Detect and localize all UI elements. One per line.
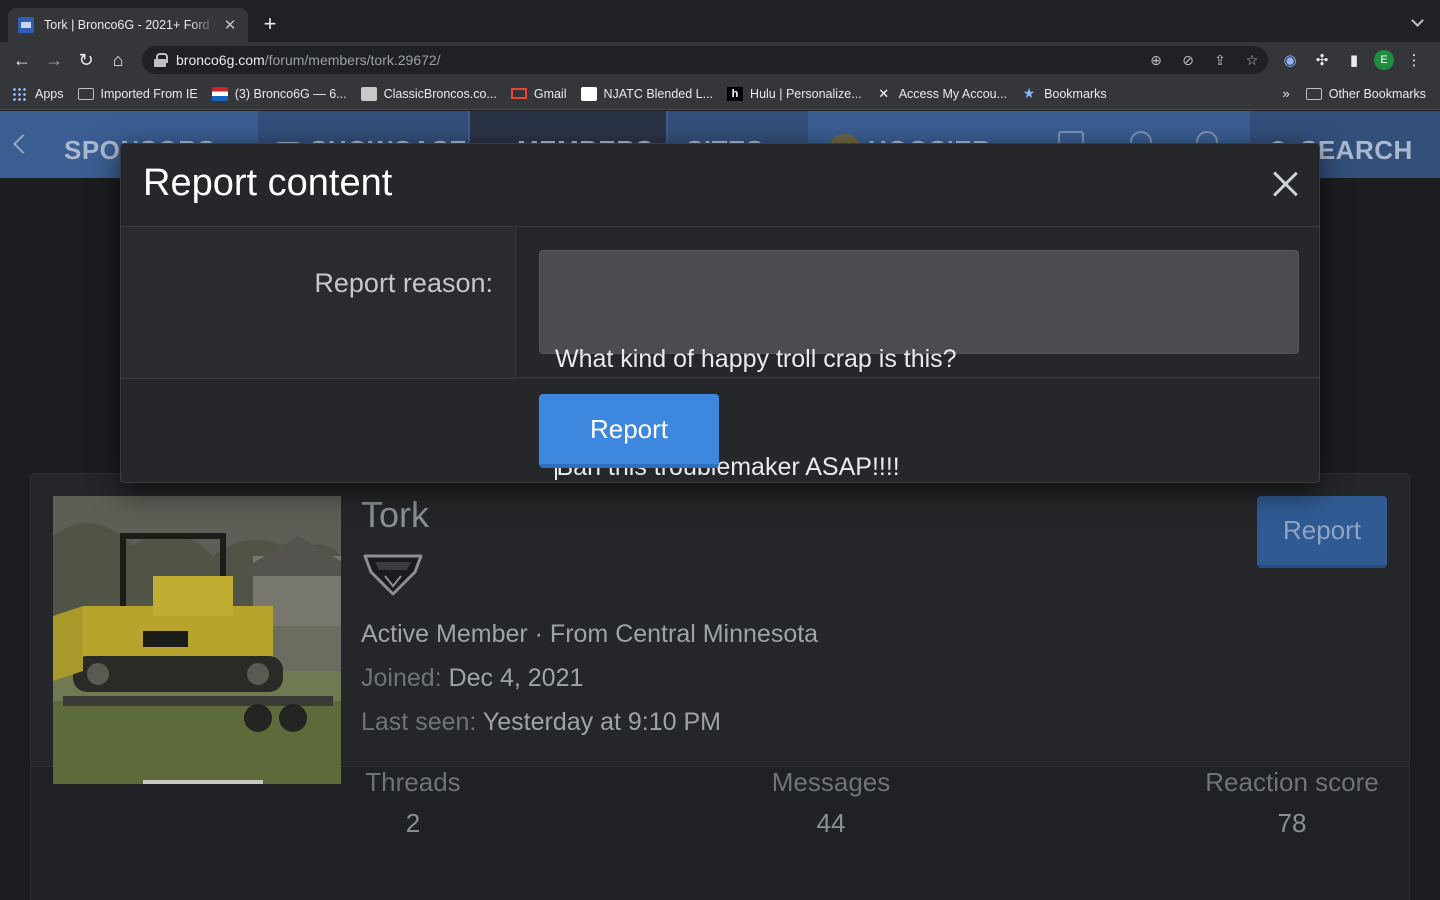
bulldozer-photo-image	[53, 496, 341, 784]
member-user-title: Active Member · From Central Minnesota	[361, 620, 819, 648]
site-favicon-icon	[18, 17, 34, 33]
report-reason-label-cell: Report reason:	[121, 228, 516, 378]
bookmark-bronco6g[interactable]: (3) Bronco6G — 6...	[211, 86, 347, 101]
reason-text-line-1: What kind of happy troll crap is this?	[555, 345, 957, 373]
eye-slash-icon[interactable]: ⊘	[1178, 50, 1198, 70]
back-arrow-icon[interactable]: ←	[6, 44, 38, 76]
x-icon: ✕	[878, 85, 890, 101]
lock-icon[interactable]	[154, 53, 168, 67]
stat-value: 44	[816, 808, 846, 838]
url-text[interactable]: bronco6g.com/forum/members/tork.29672/	[176, 52, 441, 68]
bookmark-imported-from-ie[interactable]: Imported From IE	[77, 87, 198, 101]
report-submit-button[interactable]: Report	[539, 394, 719, 468]
browser-tab-active[interactable]: Tork | Bronco6G - 2021+ Ford Bronco ✕	[8, 8, 248, 42]
bookmarks-right: » Other Bookmarks	[1283, 78, 1427, 109]
bookmark-star-icon[interactable]: ☆	[1242, 50, 1262, 70]
star-icon: ★	[1022, 85, 1036, 101]
more-bookmarks-chevron-icon[interactable]: »	[1283, 86, 1290, 101]
report-reason-label: Report reason:	[314, 268, 493, 298]
stat-label: Messages	[771, 767, 891, 797]
new-tab-button[interactable]: +	[258, 11, 282, 36]
browser-tabstrip: Tork | Bronco6G - 2021+ Ford Bronco ✕ +	[0, 0, 1440, 42]
doc-icon	[580, 86, 597, 101]
member-profile-card: Threads 2 Messages 44 Reaction score 78	[30, 473, 1410, 900]
close-icon[interactable]	[1269, 168, 1301, 200]
kebab-menu-icon[interactable]: ⋮	[1402, 48, 1426, 72]
folder-icon	[77, 87, 94, 100]
modal-title: Report content	[143, 162, 393, 204]
report-reason-textarea[interactable]: What kind of happy troll crap is this? B…	[539, 250, 1299, 481]
bookmark-apps[interactable]: Apps	[12, 86, 64, 101]
bookmarks-bar: Apps Imported From IE (3) Bronco6G — 6..…	[0, 78, 1440, 110]
stat-reaction-score[interactable]: Reaction score 78	[1197, 767, 1387, 839]
modal-header: Report content	[121, 144, 1319, 227]
member-joined: Joined: Dec 4, 2021	[361, 664, 584, 692]
folder-icon	[1305, 87, 1322, 100]
apps-grid-icon	[12, 86, 28, 101]
share-icon[interactable]: ⇪	[1210, 50, 1230, 70]
stat-messages[interactable]: Messages 44	[766, 767, 896, 839]
hulu-icon: h	[727, 86, 744, 101]
address-bar[interactable]: bronco6g.com/forum/members/tork.29672/ ⊕…	[142, 46, 1268, 74]
profile-stats-bar: Threads 2 Messages 44 Reaction score 78	[31, 766, 1409, 900]
stat-value: 78	[1277, 808, 1307, 838]
bookmark-hulu[interactable]: h Hulu | Personalize...	[727, 86, 862, 101]
nav-scroll-left-chevron-icon[interactable]	[6, 127, 36, 161]
report-content-modal: Report content Report reason: What kind …	[120, 143, 1320, 483]
side-panel-icon[interactable]: ▮	[1342, 48, 1366, 72]
bookmark-classicbroncos[interactable]: ClassicBroncos.co...	[360, 86, 497, 101]
reload-icon[interactable]: ↻	[70, 44, 102, 76]
site-icon	[360, 86, 377, 101]
bookmark-gmail[interactable]: Gmail	[510, 87, 567, 101]
forward-arrow-icon[interactable]: →	[38, 44, 70, 76]
tab-title: Tork | Bronco6G - 2021+ Ford Bronco	[44, 18, 216, 32]
puzzle-extensions-icon[interactable]: ✣	[1310, 48, 1334, 72]
other-bookmarks[interactable]: Other Bookmarks	[1305, 87, 1426, 101]
member-badge-shield-icon	[363, 554, 423, 596]
stat-value: 2	[405, 808, 421, 838]
bookmark-bookmarks[interactable]: ★ Bookmarks	[1021, 85, 1107, 101]
stat-label: Reaction score	[1205, 767, 1379, 797]
omnibox-actions: ⊕ ⊘ ⇪ ☆	[1146, 50, 1262, 70]
stat-threads[interactable]: Threads 2	[361, 767, 465, 839]
member-avatar-photo[interactable]	[53, 496, 341, 784]
form-row-divider	[121, 378, 517, 379]
gmail-icon	[510, 88, 527, 99]
tab-close-icon[interactable]: ✕	[222, 17, 238, 34]
site-flag-icon	[211, 86, 228, 101]
bookmark-njatc[interactable]: NJATC Blended L...	[580, 86, 713, 101]
bookmark-access-my-account[interactable]: ✕ Access My Accou...	[876, 85, 1007, 101]
profile-avatar[interactable]: E	[1374, 50, 1394, 70]
globe-extension-icon[interactable]: ◉	[1278, 48, 1302, 72]
extensions-area: ◉ ✣ ▮ E ⋮	[1278, 48, 1426, 72]
home-icon[interactable]: ⌂	[102, 44, 134, 76]
zoom-icon[interactable]: ⊕	[1146, 50, 1166, 70]
stat-label: Threads	[365, 767, 461, 797]
member-username[interactable]: Tork	[361, 494, 429, 536]
member-last-seen: Last seen: Yesterday at 9:10 PM	[361, 708, 721, 736]
profile-report-button[interactable]: Report	[1257, 496, 1387, 568]
tab-search-chevron-icon[interactable]	[1410, 14, 1426, 30]
report-reason-input-cell: What kind of happy troll crap is this? B…	[517, 228, 1319, 481]
